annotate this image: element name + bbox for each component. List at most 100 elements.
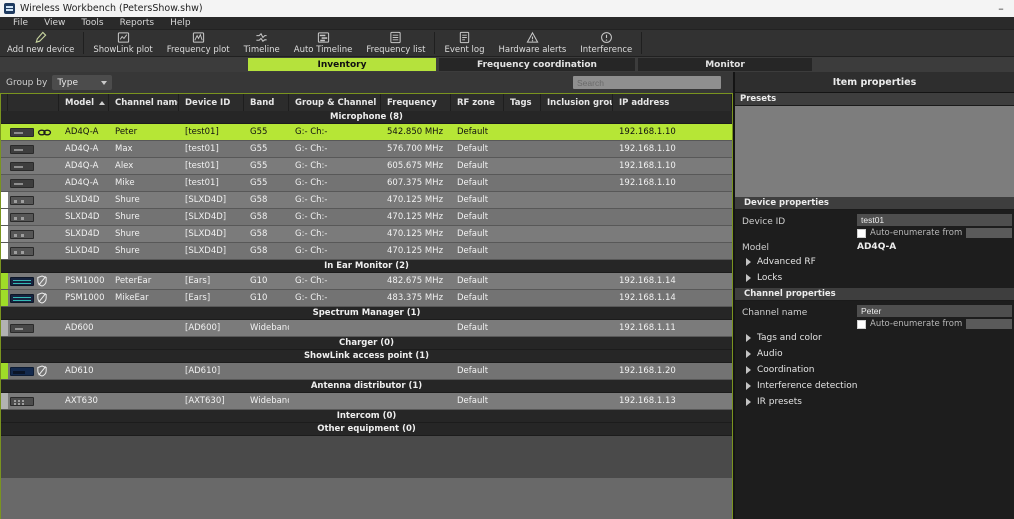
table-row[interactable]: AXT630 [AXT630] Wideband Default 192.168… <box>1 393 732 410</box>
group-header-row[interactable]: Other equipment (0) <box>1 423 732 436</box>
menu-tools[interactable]: Tools <box>73 17 111 30</box>
cell-model: SLXD4D <box>65 195 100 205</box>
header-channel-name[interactable]: Channel name <box>109 94 179 111</box>
cell-rf-zone: Default <box>457 246 489 256</box>
table-row[interactable]: AD4Q-A Alex [test01] G55 G:- Ch:- 605.67… <box>1 158 732 175</box>
hardware-alerts-button[interactable]: Hardware alerts <box>491 30 573 56</box>
cell-device-id: [SLXD4D] <box>185 229 227 239</box>
table-row[interactable]: PSM1000 MikeEar [Ears] G10 G:- Ch:- 483.… <box>1 290 732 307</box>
cell-channel-name: Shure <box>115 246 140 256</box>
tags-and-color-expander[interactable]: Tags and color <box>735 330 1014 346</box>
cell-model: SLXD4D <box>65 229 100 239</box>
cell-group-channel: G:- Ch:- <box>295 229 328 239</box>
table-row[interactable]: AD4Q-A Max [test01] G55 G:- Ch:- 576.700… <box>1 141 732 158</box>
cell-rf-zone: Default <box>457 276 489 286</box>
model-label: Model <box>742 243 770 253</box>
search-input[interactable] <box>573 76 721 89</box>
device-icon <box>10 276 34 286</box>
showlink-plot-button[interactable]: ShowLink plot <box>86 30 159 56</box>
table-row[interactable]: SLXD4D Shure [SLXD4D] G58 G:- Ch:- 470.1… <box>1 243 732 260</box>
auto-enumerate-start-input[interactable] <box>966 319 1012 329</box>
device-icon <box>10 161 34 171</box>
locks-expander[interactable]: Locks <box>735 270 1014 286</box>
presets-section-header[interactable]: Presets <box>735 93 1014 106</box>
table-row[interactable]: SLXD4D Shure [SLXD4D] G58 G:- Ch:- 470.1… <box>1 209 732 226</box>
table-row[interactable]: AD4Q-A Peter [test01] G55 G:- Ch:- 542.8… <box>1 124 732 141</box>
ir-presets-expander[interactable]: IR presets <box>735 394 1014 410</box>
tab-inventory[interactable]: Inventory <box>248 58 436 71</box>
group-header-row[interactable]: Antenna distributor (1) <box>1 380 732 393</box>
menu-help[interactable]: Help <box>162 17 199 30</box>
table-row[interactable]: SLXD4D Shure [SLXD4D] G58 G:- Ch:- 470.1… <box>1 226 732 243</box>
table-row[interactable]: SLXD4D Shure [SLXD4D] G58 G:- Ch:- 470.1… <box>1 192 732 209</box>
header-inclusion-group[interactable]: Inclusion group <box>541 94 613 111</box>
cell-group-channel: G:- Ch:- <box>295 246 328 256</box>
titlebar: Wireless Workbench (PetersShow.shw) – <box>0 0 1014 17</box>
menu-reports[interactable]: Reports <box>112 17 163 30</box>
cell-tags <box>504 141 541 157</box>
audio-expander[interactable]: Audio <box>735 346 1014 362</box>
header-model[interactable]: Model <box>59 94 109 111</box>
tab-monitor[interactable]: Monitor <box>638 58 812 71</box>
header-frequency[interactable]: Frequency <box>381 94 451 111</box>
coordination-expander[interactable]: Coordination <box>735 362 1014 378</box>
cell-channel-name: Shure <box>115 212 140 222</box>
group-header-row[interactable]: ShowLink access point (1) <box>1 350 732 363</box>
menu-file[interactable]: File <box>5 17 36 30</box>
sort-ascending-icon <box>99 100 106 105</box>
add-new-device-button[interactable]: Add new device <box>0 30 81 56</box>
menu-view[interactable]: View <box>36 17 73 30</box>
channel-properties-header[interactable]: Channel properties <box>735 288 1014 301</box>
header-tags[interactable]: Tags <box>504 94 541 111</box>
device-icon <box>10 366 34 376</box>
header-ip-address[interactable]: IP address <box>613 94 732 111</box>
header-band[interactable]: Band <box>244 94 289 111</box>
device-properties-header[interactable]: Device properties <box>735 197 1014 210</box>
table-row[interactable]: AD610 [AD610] Default 192.168.1.20 <box>1 363 732 380</box>
cell-channel-name: Peter <box>115 127 138 137</box>
group-header-row[interactable]: Spectrum Manager (1) <box>1 307 732 320</box>
cell-tags <box>504 273 541 289</box>
shield-slash-icon <box>37 365 47 377</box>
header-rf-zone[interactable]: RF zone <box>451 94 504 111</box>
cell-channel-name: Shure <box>115 195 140 205</box>
row-status-indicator <box>1 290 8 306</box>
advanced-rf-expander[interactable]: Advanced RF <box>735 254 1014 270</box>
cell-inclusion-group <box>541 290 613 306</box>
group-header-row[interactable]: Intercom (0) <box>1 410 732 423</box>
header-device-id[interactable]: Device ID <box>179 94 244 111</box>
cell-channel-name <box>109 363 179 379</box>
event-log-button[interactable]: Event log <box>437 30 491 56</box>
device-id-input[interactable] <box>857 214 1012 226</box>
timeline-button[interactable]: Timeline <box>237 30 287 56</box>
frequency-list-button[interactable]: Frequency list <box>359 30 432 56</box>
auto-enumerate-checkbox[interactable] <box>857 319 866 329</box>
frequency-plot-button[interactable]: Frequency plot <box>160 30 237 56</box>
interference-button[interactable]: Interference <box>573 30 639 56</box>
table-row[interactable]: AD4Q-A Mike [test01] G55 G:- Ch:- 607.37… <box>1 175 732 192</box>
table-row[interactable]: AD600 [AD600] Wideband Default 192.168.1… <box>1 320 732 337</box>
device-icon <box>10 293 34 303</box>
auto-timeline-button[interactable]: Auto Timeline <box>287 30 360 56</box>
auto-enumerate-start-input[interactable] <box>966 228 1012 238</box>
interference-detection-expander[interactable]: Interference detection <box>735 378 1014 394</box>
cell-device-id: [test01] <box>185 144 219 154</box>
row-status-indicator <box>1 141 8 157</box>
header-group-channel[interactable]: Group & Channel <box>289 94 381 111</box>
group-header-row[interactable]: Charger (0) <box>1 337 732 350</box>
event-log-icon <box>458 31 471 44</box>
toolbar: Add new device ShowLink plot Frequency p… <box>0 30 1014 57</box>
minimize-button[interactable]: – <box>992 2 1010 16</box>
table-row[interactable]: PSM1000 PeterEar [Ears] G10 G:- Ch:- 482… <box>1 273 732 290</box>
tab-frequency-coordination[interactable]: Frequency coordination <box>439 58 635 71</box>
channel-name-input[interactable] <box>857 305 1012 317</box>
group-header-row[interactable]: Microphone (8) <box>1 111 732 124</box>
cell-frequency: 605.675 MHz <box>387 161 444 171</box>
frequency-list-icon <box>389 31 402 44</box>
cell-rf-zone: Default <box>457 178 489 188</box>
auto-enumerate-checkbox[interactable] <box>857 228 866 238</box>
table-empty-area <box>1 477 732 519</box>
group-header-row[interactable]: In Ear Monitor (2) <box>1 260 732 273</box>
group-by-dropdown[interactable]: Type <box>52 75 113 90</box>
row-status-indicator <box>1 273 8 289</box>
